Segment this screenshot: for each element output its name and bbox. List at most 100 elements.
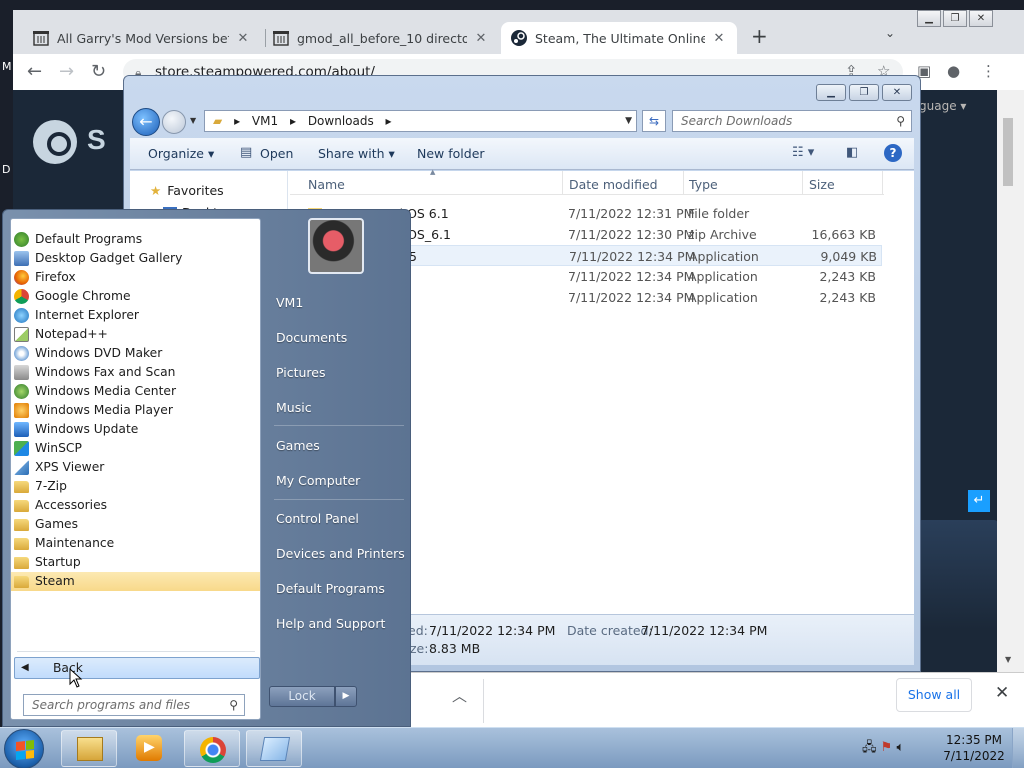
scroll-down-icon[interactable]: ▼ (1005, 655, 1011, 664)
program-folder[interactable]: 7-Zip (11, 477, 260, 496)
places-item-computer[interactable]: My Computer (276, 473, 360, 488)
close-icon[interactable]: ✕ (882, 84, 912, 101)
clock[interactable]: 12:35 PM 7/11/2022 (936, 732, 1012, 764)
help-icon[interactable]: ? (884, 144, 902, 162)
menu-icon[interactable]: ⋮ (981, 62, 996, 80)
program-item[interactable]: Windows Fax and Scan (11, 363, 260, 382)
places-item-music[interactable]: Music (276, 400, 312, 415)
show-all-button[interactable]: Show all (896, 678, 972, 712)
search-icon[interactable]: ⚲ (896, 111, 905, 131)
volume-icon[interactable]: 🔈︎ (896, 740, 904, 755)
back-button[interactable]: ◀ Back (14, 657, 260, 679)
address-breadcrumb[interactable]: ▰ ▸ VM1 ▸ Downloads ▸ ▼ (204, 110, 637, 132)
close-tab-icon[interactable]: ✕ (711, 31, 727, 46)
program-item[interactable]: Windows Update (11, 420, 260, 439)
column-type[interactable]: Type (689, 177, 718, 192)
places-item-pictures[interactable]: Pictures (276, 365, 326, 380)
program-item[interactable]: Google Chrome (11, 287, 260, 306)
show-desktop-button[interactable] (1012, 728, 1024, 768)
forward-button[interactable] (162, 110, 186, 134)
breadcrumb-separator: ▸ (385, 114, 392, 128)
taskbar-media-player[interactable]: ▶ (136, 735, 162, 761)
new-tab-button[interactable]: + (751, 24, 768, 48)
places-item-documents[interactable]: Documents (276, 330, 347, 345)
taskbar-explorer[interactable] (61, 730, 117, 767)
program-item[interactable]: Internet Explorer (11, 306, 260, 325)
program-folder[interactable]: Accessories (11, 496, 260, 515)
program-folder[interactable]: Startup (11, 553, 260, 572)
program-folder[interactable]: Games (11, 515, 260, 534)
places-item-default-programs[interactable]: Default Programs (276, 581, 385, 596)
close-tab-icon[interactable]: ✕ (473, 31, 489, 46)
forward-arrow-icon[interactable]: → (59, 61, 74, 82)
page-scrollbar[interactable]: ▼ (997, 90, 1024, 673)
program-folder-steam[interactable]: Steam (11, 572, 260, 591)
program-item[interactable]: Default Programs (11, 230, 260, 249)
address-dropdown-icon[interactable]: ▼ (625, 111, 632, 131)
taskbar-chrome[interactable] (184, 730, 240, 767)
start-search-input[interactable]: Search programs and files ⚲ (23, 694, 245, 716)
folder-icon (14, 538, 29, 550)
program-item[interactable]: XPS Viewer (11, 458, 260, 477)
explorer-search-input[interactable]: Search Downloads ⚲ (672, 110, 912, 132)
reload-icon[interactable]: ↻ (91, 61, 106, 82)
program-item[interactable]: Windows DVD Maker (11, 344, 260, 363)
program-item[interactable]: Windows Media Player (11, 401, 260, 420)
taskbar-notepad[interactable] (246, 730, 302, 767)
open-button[interactable]: Open (260, 146, 293, 161)
places-item-help[interactable]: Help and Support (276, 616, 385, 631)
organize-button[interactable]: Organize ▾ (148, 146, 214, 161)
program-item[interactable]: Firefox (11, 268, 260, 287)
browser-tab-active[interactable]: Steam, The Ultimate Online Game ✕ (501, 22, 737, 54)
breadcrumb-downloads[interactable]: Downloads (308, 114, 374, 128)
file-type: File folder (688, 206, 750, 221)
browser-tab[interactable]: All Garry's Mod Versions before 1 ✕ (23, 22, 261, 54)
refresh-button[interactable]: ⇆ (642, 110, 666, 132)
chevron-up-icon[interactable]: ︿ (452, 685, 467, 706)
preview-pane-icon[interactable]: ◧ (846, 145, 858, 160)
places-item-devices[interactable]: Devices and Printers (276, 546, 405, 561)
network-icon[interactable]: 🖧︎ (862, 740, 877, 755)
share-with-button[interactable]: Share with ▾ (318, 146, 395, 161)
restore-icon[interactable]: ❐ (849, 84, 879, 101)
program-item[interactable]: Desktop Gadget Gallery (11, 249, 260, 268)
program-item[interactable]: WinSCP (11, 439, 260, 458)
search-icon[interactable]: ⚲ (229, 695, 238, 715)
start-button[interactable] (4, 729, 44, 768)
action-center-flag-icon[interactable]: ⚑ (881, 740, 893, 755)
program-folder[interactable]: Maintenance (11, 534, 260, 553)
column-size[interactable]: Size (809, 177, 835, 192)
user-avatar[interactable] (308, 218, 364, 274)
places-item-games[interactable]: Games (276, 438, 320, 453)
back-arrow-icon[interactable]: ← (27, 61, 42, 82)
places-item-control-panel[interactable]: Control Panel (276, 511, 359, 526)
close-tab-icon[interactable]: ✕ (235, 31, 251, 46)
breadcrumb-vm1[interactable]: VM1 (252, 114, 278, 128)
places-item-user[interactable]: VM1 (276, 295, 303, 310)
recent-pages-icon[interactable]: ▼ (190, 116, 196, 125)
nav-favorites[interactable]: ★ Favorites (150, 183, 224, 198)
minimize-icon[interactable]: ▁ (816, 84, 846, 101)
browser-tab[interactable]: gmod_all_before_10 directory list ✕ (263, 22, 499, 54)
view-options-icon[interactable]: ☷ ▾ (792, 145, 814, 160)
minimize-icon[interactable]: ▁ (917, 10, 941, 27)
new-folder-button[interactable]: New folder (417, 146, 485, 161)
close-icon[interactable]: ✕ (969, 10, 993, 27)
all-programs-list: Default Programs Desktop Gadget Gallery … (10, 218, 261, 720)
tab-search-icon[interactable]: ⌄ (885, 26, 895, 40)
column-date-modified[interactable]: Date modified (569, 177, 658, 192)
program-item[interactable]: Notepad++ (11, 325, 260, 344)
profile-icon[interactable]: ● (947, 62, 960, 80)
lock-button[interactable]: Lock (269, 686, 335, 707)
file-size: 2,243 KB (819, 290, 876, 305)
column-name[interactable]: Name (308, 177, 345, 192)
shutdown-options-icon[interactable]: ▶ (335, 686, 357, 707)
program-item[interactable]: Windows Media Center (11, 382, 260, 401)
close-download-bar-icon[interactable]: ✕ (995, 683, 1009, 703)
scrollbar-thumb[interactable] (1003, 118, 1013, 186)
back-button[interactable]: ← (132, 108, 160, 136)
language-selector[interactable]: guage ▾ (919, 99, 966, 113)
steam-icon (511, 30, 527, 46)
enter-icon[interactable]: ↵ (968, 490, 990, 512)
restore-icon[interactable]: ❐ (943, 10, 967, 27)
